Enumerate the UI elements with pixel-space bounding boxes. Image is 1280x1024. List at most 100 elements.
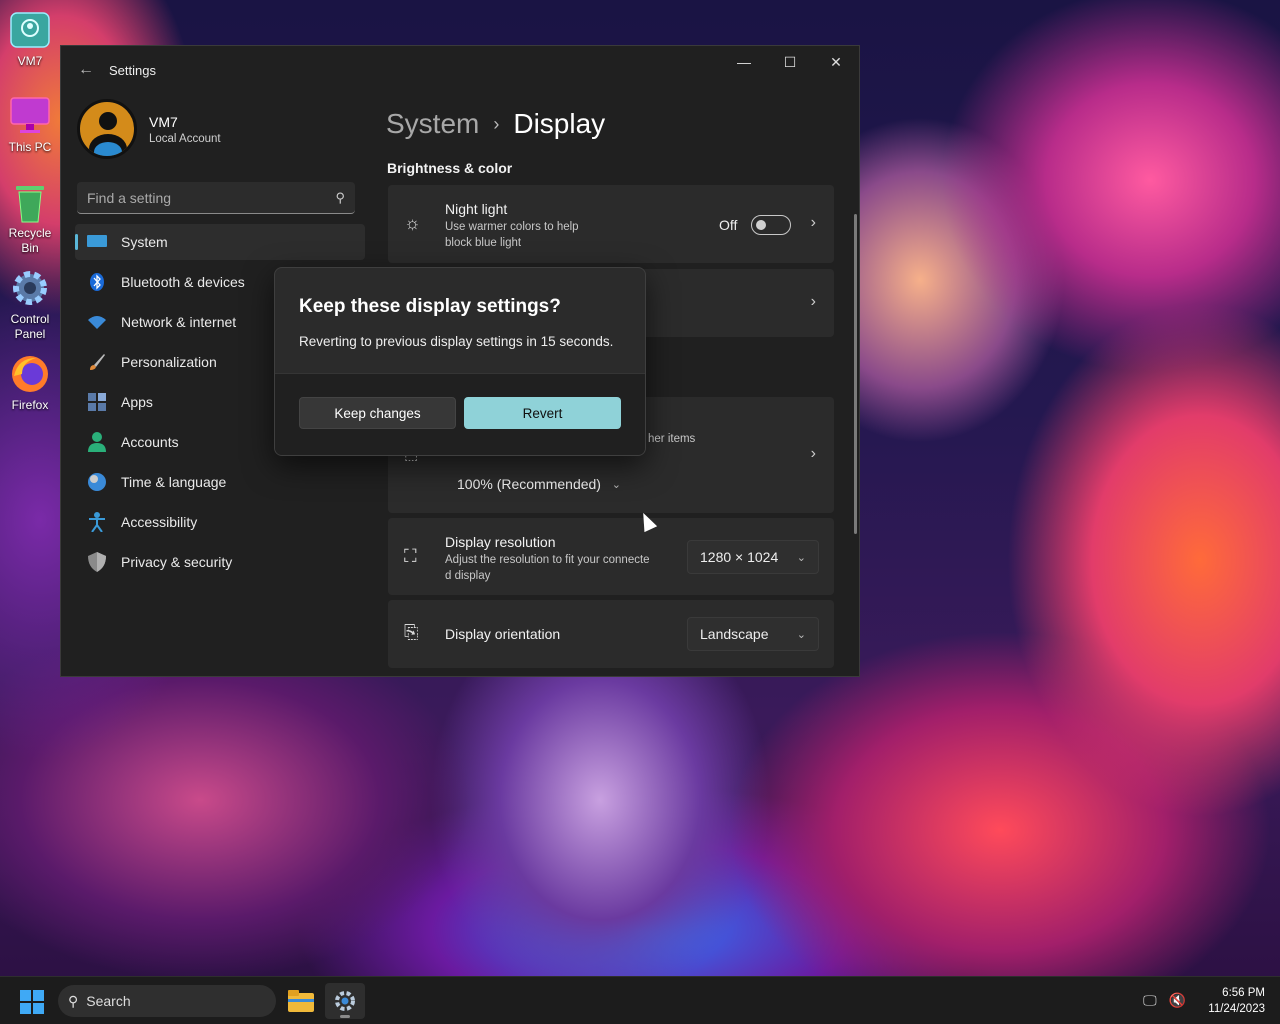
gear-icon [335, 991, 355, 1011]
sidebar-item-time-language[interactable]: Time & language [75, 464, 365, 500]
page-title: Display [513, 108, 606, 139]
title-bar: ← Settings — ☐ ✕ [61, 46, 859, 94]
desktop-icon-label: Recycle Bin [8, 226, 52, 255]
night-light-card[interactable]: ☼ Night light Use warmer colors to help … [388, 185, 834, 263]
volume-muted-icon[interactable]: 🔇 [1169, 992, 1186, 1009]
taskbar-search-label: Search [86, 993, 131, 1009]
brightness-icon: ☼ [404, 213, 421, 233]
orientation-title: Display orientation [445, 626, 561, 642]
taskbar: ⚲ Search 🖵 🔇 6:56 PM 11/24/2023 [0, 976, 1280, 1024]
chevron-right-icon: › [810, 293, 816, 310]
close-button[interactable]: ✕ [813, 46, 859, 78]
breadcrumb-parent[interactable]: System [386, 108, 479, 140]
orientation-icon: ⎘ [404, 622, 419, 642]
keep-settings-dialog: Keep these display settings? Reverting t… [274, 267, 646, 456]
dialog-message: Reverting to previous display settings i… [299, 334, 614, 349]
sidebar-item-label: Apps [121, 394, 153, 410]
file-explorer-button[interactable] [281, 983, 321, 1019]
chevron-right-icon: › [810, 445, 816, 462]
breadcrumb: System › Display [386, 104, 859, 144]
revert-button[interactable]: Revert [464, 397, 621, 429]
wifi-icon [87, 312, 107, 332]
scale-subtitle: her items [648, 433, 696, 445]
resolution-dropdown-value: 1280 × 1024 [700, 549, 779, 565]
apps-icon [87, 392, 107, 412]
section-title-brightness: Brightness & color [387, 160, 513, 176]
back-button[interactable]: ← [73, 57, 99, 83]
orientation-card: ⎘ Display orientation Landscape ⌄ [388, 600, 834, 668]
search-icon: ⚲ [68, 992, 79, 1009]
orientation-dropdown[interactable]: Landscape ⌄ [687, 617, 819, 651]
profile-account-type: Local Account [149, 132, 221, 145]
resolution-card: ⛶ Display resolution Adjust the resoluti… [388, 518, 834, 595]
system-tray: 🖵 🔇 [1143, 992, 1186, 1009]
folder-icon [288, 990, 314, 1012]
maximize-button[interactable]: ☐ [767, 46, 813, 78]
chevron-down-icon: ⌄ [796, 551, 806, 564]
avatar [77, 99, 137, 159]
sidebar-item-label: Network & internet [121, 314, 237, 330]
gear-icon [8, 266, 52, 310]
resolution-dropdown[interactable]: 1280 × 1024 ⌄ [687, 540, 819, 574]
user-folder-icon [8, 8, 52, 52]
night-light-subtitle: Use warmer colors to help block blue lig… [445, 221, 579, 249]
start-button[interactable] [20, 990, 44, 1014]
desktop-icon-label: VM7 [17, 54, 43, 68]
scale-dropdown[interactable]: 100% (Recommended) ⌄ [445, 467, 633, 501]
sidebar-item-label: Accounts [121, 434, 179, 450]
window-title: Settings [109, 62, 156, 78]
sidebar-item-label: Personalization [121, 354, 217, 370]
resolution-icon: ⛶ [404, 546, 417, 566]
clock-time: 6:56 PM [1222, 987, 1265, 999]
profile[interactable]: VM7 Local Account [61, 94, 371, 164]
accessibility-icon [87, 512, 107, 532]
resolution-subtitle: Adjust the resolution to fit your connec… [445, 554, 650, 582]
profile-name: VM7 [149, 113, 178, 130]
desktop-icon-firefox[interactable]: Firefox [0, 352, 60, 413]
desktop-icon-vm7[interactable]: VM7 [0, 8, 60, 69]
clock-date: 11/24/2023 [1208, 1003, 1265, 1015]
minimize-button[interactable]: — [721, 46, 767, 78]
sidebar-item-privacy-security[interactable]: Privacy & security [75, 544, 365, 580]
sidebar-item-label: Time & language [121, 474, 227, 490]
desktop-icon-this-pc[interactable]: This PC [0, 94, 60, 155]
firefox-icon [8, 352, 52, 396]
desktop-icon-recycle-bin[interactable]: Recycle Bin [0, 180, 60, 256]
chevron-right-icon: › [810, 214, 816, 231]
settings-taskbar-button[interactable] [325, 983, 365, 1019]
sidebar-item-label: Privacy & security [121, 554, 233, 570]
scale-dropdown-value: 100% (Recommended) [457, 476, 601, 492]
clock[interactable]: 6:56 PM 11/24/2023 [1208, 985, 1265, 1017]
desktop-icon-label: Firefox [11, 398, 49, 412]
system-icon [87, 232, 107, 252]
sidebar-item-label: Accessibility [121, 514, 198, 530]
night-light-title: Night light [445, 201, 508, 217]
taskbar-search[interactable]: ⚲ Search [58, 985, 276, 1017]
window-controls: — ☐ ✕ [721, 46, 859, 78]
search-box[interactable]: ⚲ [77, 182, 355, 214]
desktop-icon-label: Control Panel [10, 312, 50, 341]
scrollbar[interactable] [854, 214, 857, 534]
night-light-state: Off [719, 217, 738, 233]
chevron-down-icon: ⌄ [611, 478, 621, 491]
network-icon[interactable]: 🖵 [1143, 992, 1157, 1009]
resolution-title: Display resolution [445, 534, 556, 550]
dialog-footer: Keep changes Revert [275, 373, 645, 455]
person-icon [87, 432, 107, 452]
keep-changes-button[interactable]: Keep changes [299, 397, 456, 429]
sidebar-item-accessibility[interactable]: Accessibility [75, 504, 365, 540]
sidebar-item-label: System [121, 234, 168, 250]
shield-icon [87, 552, 107, 572]
brush-icon [87, 352, 107, 372]
globe-clock-icon [87, 472, 107, 492]
desktop-icon-control-panel[interactable]: Control Panel [0, 266, 60, 342]
sidebar-item-label: Bluetooth & devices [121, 274, 245, 290]
dialog-title: Keep these display settings? [299, 296, 561, 317]
sidebar-item-system[interactable]: System [75, 224, 365, 260]
chevron-right-icon: › [493, 113, 500, 134]
desktop-icon-label: This PC [8, 140, 52, 154]
chevron-down-icon: ⌄ [796, 628, 806, 641]
search-input[interactable] [87, 189, 336, 206]
recycle-bin-icon [8, 180, 52, 224]
night-light-toggle[interactable] [751, 215, 791, 235]
